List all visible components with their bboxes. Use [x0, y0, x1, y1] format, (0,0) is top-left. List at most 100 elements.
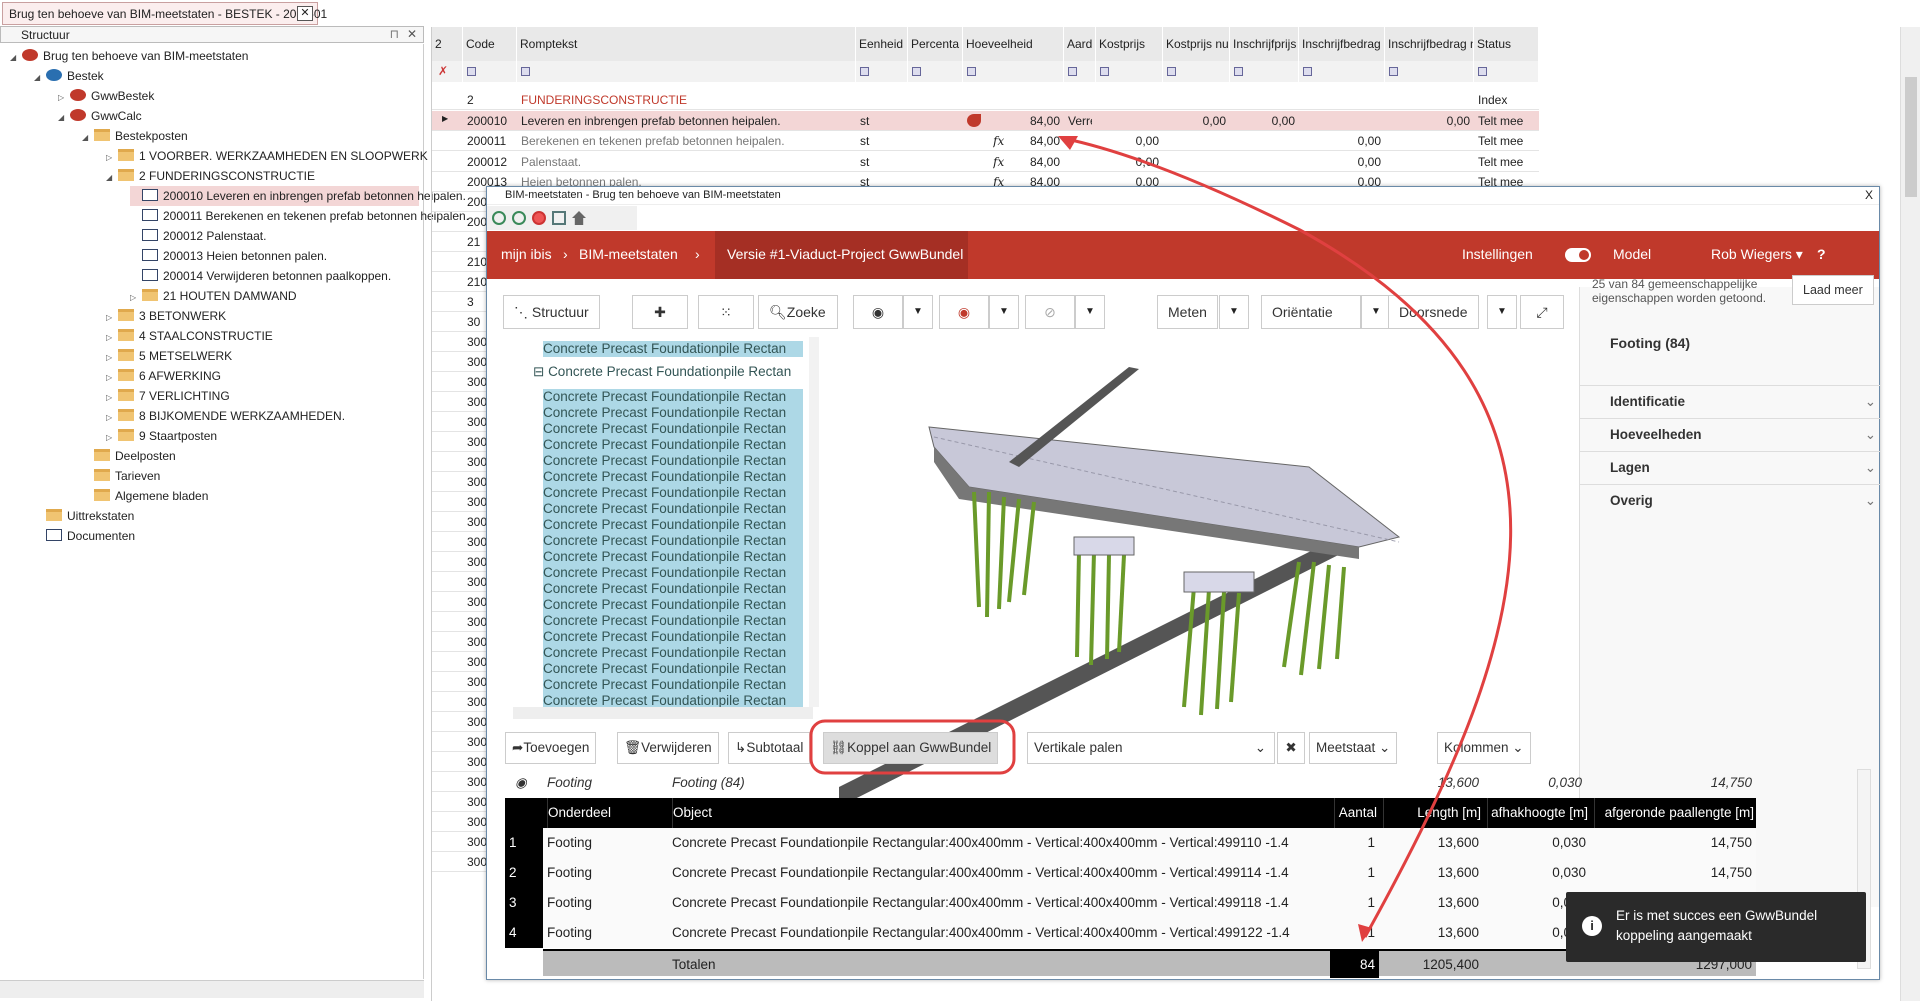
filter-cell[interactable]	[1230, 61, 1299, 82]
expand-arrow-icon[interactable]: ▷	[106, 368, 118, 388]
table-row[interactable]: 1 Footing Concrete Precast Foundationpile …	[505, 828, 1756, 858]
tree-hscrollbar[interactable]	[513, 707, 813, 719]
grid-header[interactable]: Kostprijs	[1096, 27, 1163, 61]
tree-node[interactable]: 200010 Leveren en inbrengen prefab beton…	[130, 186, 466, 206]
grid-row[interactable]: 21	[432, 232, 492, 252]
tree-node[interactable]: 200011 Berekenen en tekenen prefab beton…	[130, 206, 469, 226]
grid-row[interactable]: 300	[432, 352, 492, 372]
tree-node[interactable]: ◢ Bestek	[34, 66, 104, 86]
grid-row[interactable]: 300	[432, 852, 492, 872]
grid-header[interactable]: Inschrijfbedrag nulpost	[1385, 27, 1474, 61]
grid-header[interactable]: Percenta	[908, 27, 963, 61]
tree-scrollbar[interactable]	[809, 337, 819, 707]
meetstaat-select[interactable]: Vertikale palen ⌄	[1027, 732, 1275, 764]
expand-arrow-icon[interactable]: ◢	[58, 108, 70, 128]
column-header[interactable]: Object	[672, 798, 1328, 828]
grid-row[interactable]: 300	[432, 572, 492, 592]
grid-row[interactable]: 300	[432, 532, 492, 552]
column-header[interactable]: afgeronde paallengte [m]	[1594, 798, 1754, 828]
grid-row[interactable]: 300	[432, 792, 492, 812]
tree-item[interactable]: Concrete Precast Foundationpile Rectan	[543, 549, 803, 565]
clear-select-button[interactable]: ✖	[1277, 732, 1305, 764]
column-header[interactable]: Onderdeel	[547, 798, 666, 828]
expand-arrow-icon[interactable]: ▷	[106, 428, 118, 448]
subtotal-button[interactable]: ↳Subtotaal	[728, 732, 811, 764]
expand-arrow-icon[interactable]: ◢	[10, 48, 22, 68]
grid-row[interactable]: 300	[432, 712, 492, 732]
filter-cell[interactable]	[463, 61, 517, 82]
filter-cell[interactable]	[963, 61, 1064, 82]
grid-header[interactable]: Aard	[1064, 27, 1096, 61]
grid-row[interactable]: 200	[432, 192, 492, 212]
grid-vertical-scrollbar[interactable]	[1900, 27, 1920, 1001]
grid-row[interactable]: 300	[432, 612, 492, 632]
tree-node[interactable]: ▷ 5 METSELWERK	[106, 346, 232, 366]
tree-item[interactable]: Concrete Precast Foundationpile Rectan	[543, 469, 803, 485]
tree-item[interactable]: Concrete Precast Foundationpile Rectan	[543, 485, 803, 501]
grid-header[interactable]: Inschrijfprijs nulpost	[1230, 27, 1299, 61]
tree-node[interactable]: ▷ 7 VERLICHTING	[106, 386, 230, 406]
filter-cell[interactable]: ✗	[432, 61, 463, 82]
tree-item[interactable]: Concrete Precast Foundationpile Rectan	[543, 437, 803, 453]
refresh-icon[interactable]	[552, 211, 566, 225]
filter-cell[interactable]	[908, 61, 963, 82]
close-window-button[interactable]: X	[1865, 188, 1873, 202]
help-icon[interactable]: ?	[1817, 246, 1826, 262]
grid-row[interactable]: 300	[432, 752, 492, 772]
filter-cell[interactable]	[1474, 61, 1539, 82]
user-menu[interactable]: Rob Wiegers ▾	[1711, 246, 1803, 263]
tree-item[interactable]: Concrete Precast Foundationpile Rectan	[543, 645, 803, 661]
tree-node[interactable]: ▷ 1 VOORBER. WERKZAAMHEDEN EN SLOOPWERK	[106, 146, 428, 166]
grid-row[interactable]: 300	[432, 812, 492, 832]
tree-item[interactable]: Concrete Precast Foundationpile Rectan	[543, 597, 803, 613]
tree-node[interactable]: ▷ 21 HOUTEN DAMWAND	[130, 286, 297, 306]
column-header[interactable]: afhakhoogte [m]	[1487, 798, 1588, 828]
expand-arrow-icon[interactable]: ▷	[106, 408, 118, 428]
grid-row[interactable]: 210	[432, 272, 492, 292]
grid-row[interactable]: 3	[432, 292, 492, 312]
pin-icon[interactable]: ⊓	[390, 27, 399, 41]
table-row[interactable]: 2 Footing Concrete Precast Foundationpile …	[505, 858, 1756, 888]
grid-row[interactable]: 300	[432, 372, 492, 392]
tree-item[interactable]: Concrete Precast Foundationpile Rectan	[543, 341, 803, 357]
tree-item[interactable]: Concrete Precast Foundationpile Rectan	[543, 565, 803, 581]
accordion-lagen[interactable]: Lagen ⌄	[1580, 451, 1880, 484]
tree-node[interactable]: Uittrekstaten	[34, 506, 134, 526]
expand-arrow-icon[interactable]: ▷	[106, 308, 118, 328]
expand-arrow-icon[interactable]: ▷	[106, 148, 118, 168]
tree-node[interactable]: 200014 Verwijderen betonnen paalkoppen.	[130, 266, 391, 286]
settings-link[interactable]: Instellingen	[1462, 246, 1533, 262]
tree-item[interactable]: Concrete Precast Foundationpile Rectan	[543, 421, 803, 437]
grid-row[interactable]: 300	[432, 772, 492, 792]
columns-button[interactable]: Kolommen ⌄	[1437, 732, 1531, 764]
link-gwwbundel-button[interactable]: ⛓︎Koppel aan GwwBundel	[823, 732, 999, 764]
grid-row[interactable]: 300	[432, 392, 492, 412]
tree-node[interactable]: Deelposten	[82, 446, 176, 466]
tree-item[interactable]: Concrete Precast Foundationpile Rectan	[543, 389, 803, 405]
grid-row[interactable]: 300	[432, 672, 492, 692]
group-row[interactable]: ◉ Footing Footing (84) 13,600 0,030 14,750	[505, 772, 1755, 794]
meetstaat-button[interactable]: Meetstaat ⌄	[1309, 732, 1398, 764]
expand-arrow-icon[interactable]: ◢	[106, 168, 118, 188]
grid-row[interactable]: 200	[432, 212, 492, 232]
tree-node[interactable]: Tarieven	[82, 466, 160, 486]
tree-item[interactable]: Concrete Precast Foundationpile Rectan	[543, 629, 803, 645]
accordion-identificatie[interactable]: Identificatie ⌄	[1580, 385, 1880, 418]
grid-row[interactable]: 200012 Palenstaat. st 84,00 0,00 0,00 Telt mee…	[432, 152, 1539, 172]
tree-item[interactable]: Concrete Precast Foundationpile Rectan	[543, 661, 803, 677]
grid-row[interactable]: ▶ 200010 Leveren en inbrengen prefab beton…	[432, 110, 1539, 131]
grid-row[interactable]: 300	[432, 432, 492, 452]
scroll-thumb[interactable]	[1905, 77, 1917, 197]
breadcrumb-version[interactable]: Versie #1-Viaduct-Project GwwBundel	[727, 246, 963, 262]
tree-item[interactable]: Concrete Precast Foundationpile Rectan	[543, 405, 803, 421]
grid-row[interactable]: 300	[432, 692, 492, 712]
forward-icon[interactable]	[512, 211, 526, 225]
tree-node[interactable]: ▷ 8 BIJKOMENDE WERKZAAMHEDEN.	[106, 406, 345, 426]
grid-header[interactable]: Inschrijfbedrag	[1299, 27, 1385, 61]
grid-row[interactable]: 300	[432, 732, 492, 752]
filter-cell[interactable]	[517, 61, 856, 82]
grid-row[interactable]: 300	[432, 632, 492, 652]
tree-item[interactable]: Concrete Precast Foundationpile Rectan	[543, 677, 803, 693]
grid-header[interactable]: Code	[463, 27, 517, 61]
tree-horizontal-scrollbar[interactable]	[0, 980, 424, 998]
